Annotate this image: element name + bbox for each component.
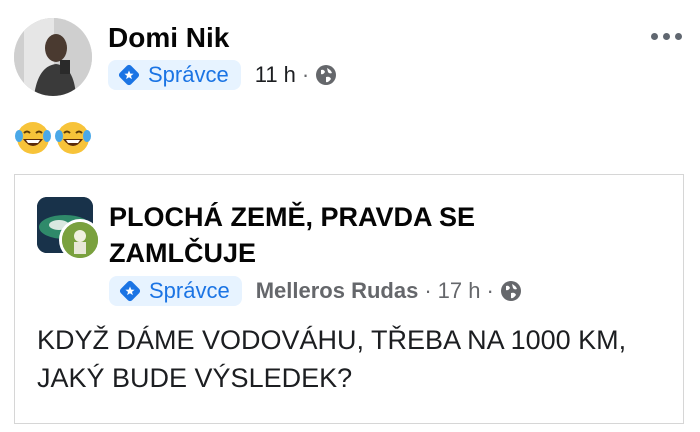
globe-icon <box>316 65 337 85</box>
shared-post-text: KDYŽ DÁME VODOVÁHU, TŘEBA NA 1000 KM, JA… <box>37 325 627 393</box>
shared-post-meta: Správce Melleros Rudas · 17 h · <box>109 276 522 306</box>
meta-separator: · <box>301 62 310 87</box>
post-time[interactable]: 11 h <box>255 62 296 88</box>
admin-badge-label: Správce <box>149 278 230 303</box>
author-name[interactable]: Domi Nik <box>108 20 229 56</box>
admin-star-icon <box>118 64 140 86</box>
shared-post-time[interactable]: 17 h <box>438 278 481 304</box>
admin-star-icon <box>119 280 141 302</box>
laughing-crying-emoji-icon <box>15 122 51 155</box>
more-horizontal-icon <box>650 32 658 40</box>
more-options-button[interactable] <box>646 24 686 48</box>
group-name[interactable]: PLOCHÁ ZEMĚ, PRAVDA SE ZAMLČUJE <box>109 199 529 271</box>
admin-badge[interactable]: Správce <box>109 276 242 306</box>
post-meta: Správce 11 h · <box>108 60 337 90</box>
poster-avatar[interactable] <box>59 219 101 261</box>
post-body-emoji <box>14 114 94 158</box>
author-avatar[interactable] <box>14 18 92 96</box>
meta-separator: · <box>424 278 432 303</box>
admin-badge-label: Správce <box>148 62 229 87</box>
meta-separator: · <box>486 278 494 303</box>
laughing-crying-emoji-icon <box>55 122 91 155</box>
shared-post-card[interactable]: PLOCHÁ ZEMĚ, PRAVDA SE ZAMLČUJE Správce … <box>14 174 684 424</box>
poster-name[interactable]: Melleros Rudas <box>256 278 419 304</box>
globe-icon <box>500 281 521 301</box>
admin-badge[interactable]: Správce <box>108 60 241 90</box>
